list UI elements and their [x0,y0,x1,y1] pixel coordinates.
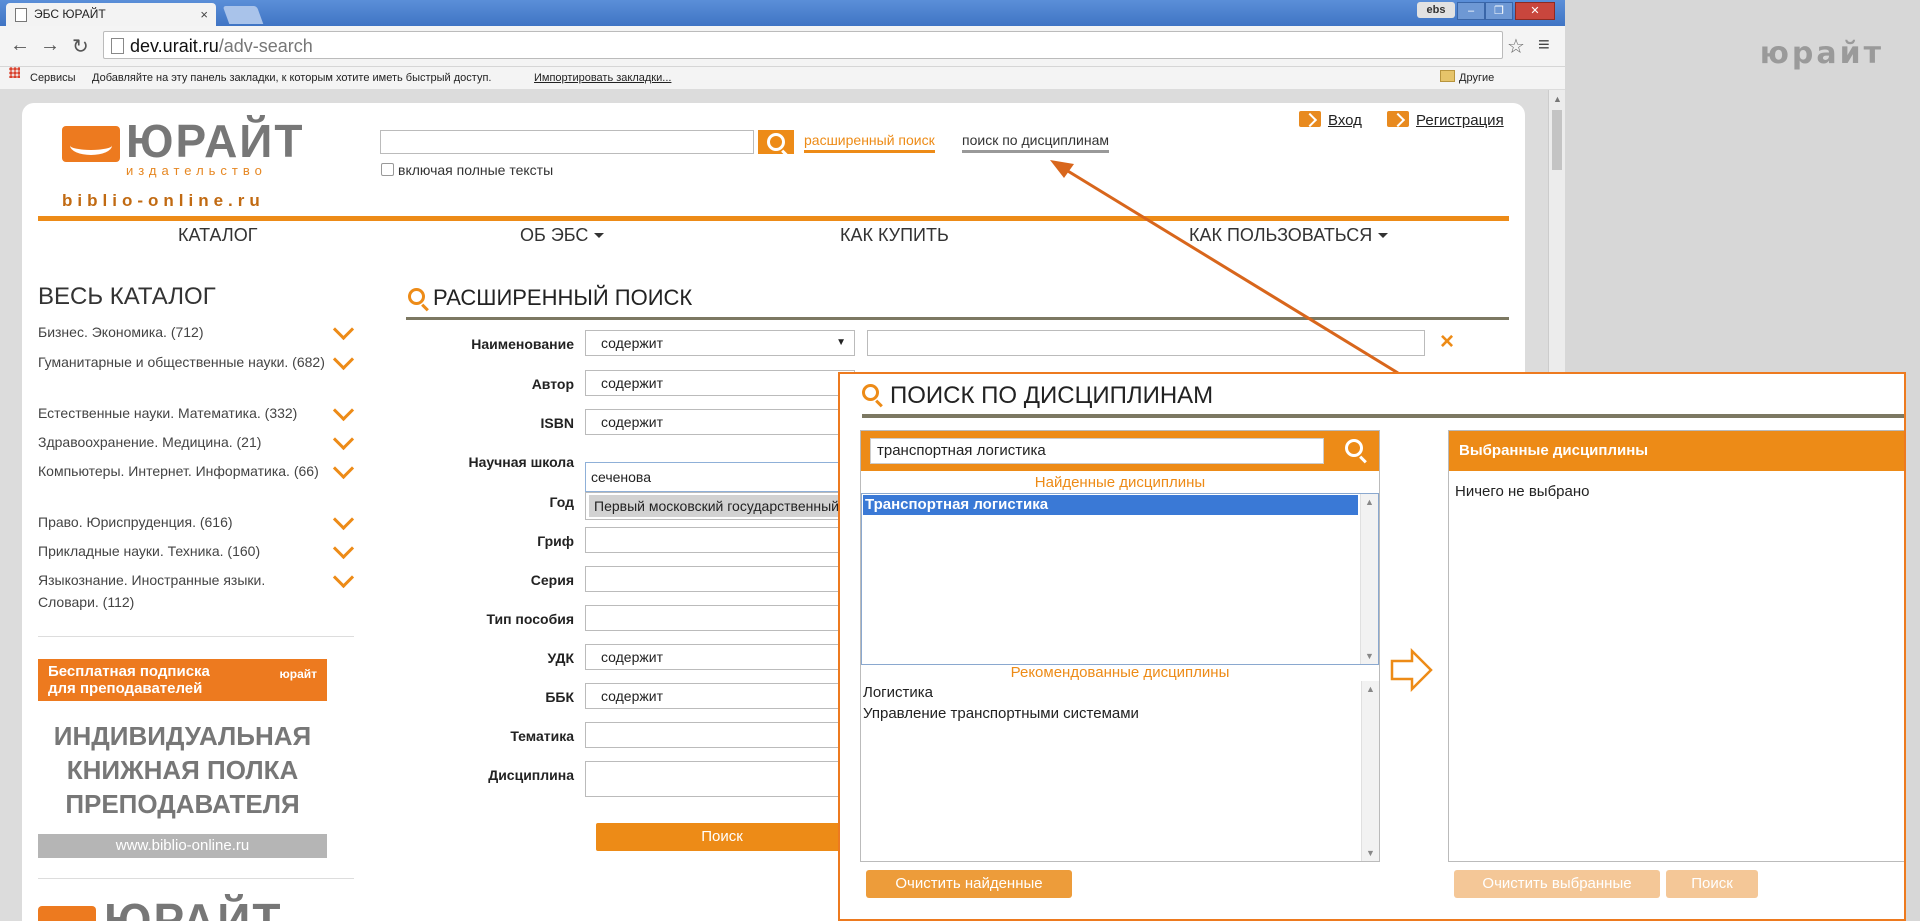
list-item[interactable]: Управление транспортными системами [863,705,1139,722]
selected-empty-text: Ничего не выбрано [1455,483,1590,500]
dialog-title: ПОИСК ПО ДИСЦИПЛИНАМ [890,382,1214,409]
list-item[interactable]: Логистика [863,684,933,701]
dialog-search-button[interactable]: Поиск [1666,870,1758,898]
scroll-up-icon[interactable]: ▲ [1366,684,1375,694]
search-icon [862,384,879,401]
scroll-down-icon[interactable]: ▼ [1365,651,1374,661]
list-scrollbar[interactable]: ▲ ▼ [1360,494,1378,664]
found-label: Найденные дисциплины [1034,474,1206,491]
list-scrollbar[interactable]: ▲ ▼ [1361,681,1379,861]
arrow-right-icon[interactable] [1390,648,1434,692]
found-list[interactable]: Транспортная логистика ▲ ▼ [861,493,1379,665]
clear-selected-button[interactable]: Очистить выбранные [1454,870,1660,898]
discipline-search-dialog: ПОИСК ПО ДИСЦИПЛИНАМ транспортная логист… [838,372,1906,921]
selected-header: Выбранные дисциплины [1449,431,1904,471]
discipline-finder-panel: транспортная логистика Найденные дисципл… [860,430,1380,862]
finder-header: транспортная логистика [861,431,1379,471]
recommended-list[interactable]: Логистика Управление транспортными систе… [861,681,1379,861]
selected-disciplines-panel: Выбранные дисциплины Ничего не выбрано [1448,430,1904,862]
discipline-query-input[interactable]: транспортная логистика [870,438,1324,464]
search-icon[interactable] [1345,439,1363,457]
scroll-down-icon[interactable]: ▼ [1366,848,1375,858]
dialog-divider [862,414,1904,418]
recommended-label: Рекомендованные дисциплины [1010,664,1230,681]
list-item[interactable]: Транспортная логистика [863,495,1358,515]
clear-found-button[interactable]: Очистить найденные [866,870,1072,898]
scroll-up-icon[interactable]: ▲ [1365,497,1374,507]
